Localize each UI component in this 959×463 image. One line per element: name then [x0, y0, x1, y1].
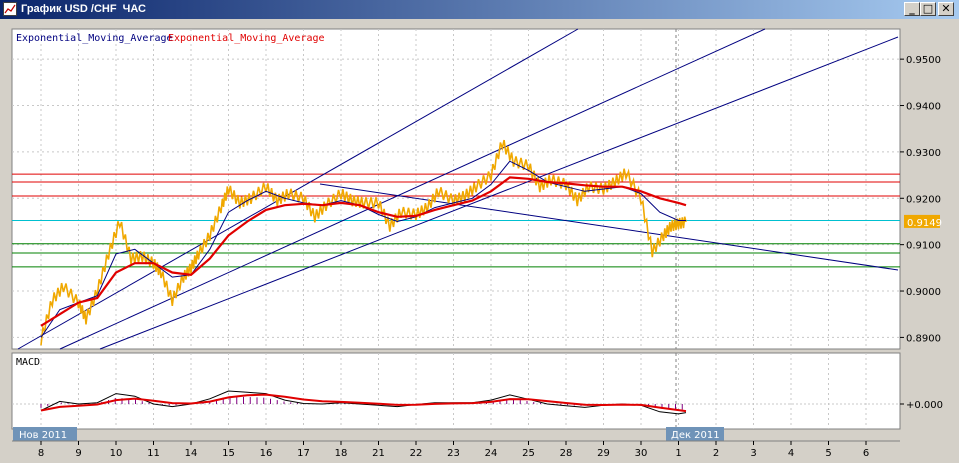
month-label-nov: Нов 2011	[19, 430, 67, 441]
time-tick-label: 30	[635, 448, 648, 459]
time-tick-label: 3	[750, 448, 756, 459]
price-tick-label: 0.9300	[906, 148, 941, 159]
price-tick-label: 0.9400	[906, 102, 941, 113]
time-tick-label: 22	[410, 448, 423, 459]
time-tick-label: 28	[560, 448, 573, 459]
chart-window-icon	[3, 2, 17, 16]
legend-ema-slow: Exponential_Moving_Average	[168, 33, 325, 44]
price-tick-label: 0.9100	[906, 241, 941, 252]
maximize-button[interactable]: □	[920, 2, 936, 16]
price-tick-label: 0.8900	[906, 333, 941, 344]
month-label-dec: Дек 2011	[671, 430, 720, 441]
time-tick-label: 5	[825, 448, 831, 459]
time-tick-label: 29	[597, 448, 610, 459]
window-titlebar[interactable]: График USD /CHF ЧАС _ □ ✕	[0, 0, 959, 19]
price-tick-label: 0.9500	[906, 55, 941, 66]
price-panel[interactable]: Exponential_Moving_Average Exponential_M…	[11, 28, 942, 350]
macd-zero-tick: +0.000	[906, 400, 943, 411]
time-tick-label: 9	[75, 448, 81, 459]
time-tick-label: 2	[713, 448, 719, 459]
window-title: График USD /CHF ЧАС	[21, 3, 147, 15]
time-tick-label: 24	[485, 448, 498, 459]
time-tick-label: 17	[297, 448, 310, 459]
chart-area[interactable]: Exponential_Moving_Average Exponential_M…	[0, 19, 959, 463]
time-tick-label: 11	[147, 448, 160, 459]
time-tick-label: 25	[522, 448, 535, 459]
time-tick-label: 15	[222, 448, 235, 459]
time-tick-label: 8	[38, 448, 44, 459]
time-tick-label: 10	[110, 448, 123, 459]
time-tick-label: 1	[675, 448, 681, 459]
current-price-label: 0.9149	[907, 218, 942, 229]
close-button[interactable]: ✕	[938, 2, 954, 16]
time-tick-label: 14	[185, 448, 198, 459]
price-tick-label: 0.9200	[906, 194, 941, 205]
macd-panel-bg	[11, 352, 901, 430]
price-panel-bg	[11, 28, 901, 350]
time-tick-label: 4	[788, 448, 794, 459]
price-tick-label: 0.9000	[906, 287, 941, 298]
macd-label: MACD	[16, 357, 40, 368]
macd-panel[interactable]: MACD +0.000	[11, 352, 943, 430]
current-price-marker: 0.9149	[904, 214, 942, 229]
time-tick-label: 6	[863, 448, 869, 459]
time-tick-label: 18	[335, 448, 348, 459]
time-tick-label: 21	[372, 448, 385, 459]
time-tick-label: 23	[447, 448, 460, 459]
minimize-button[interactable]: _	[904, 2, 920, 16]
time-tick-label: 16	[260, 448, 273, 459]
legend-ema-fast: Exponential_Moving_Average	[16, 33, 173, 44]
